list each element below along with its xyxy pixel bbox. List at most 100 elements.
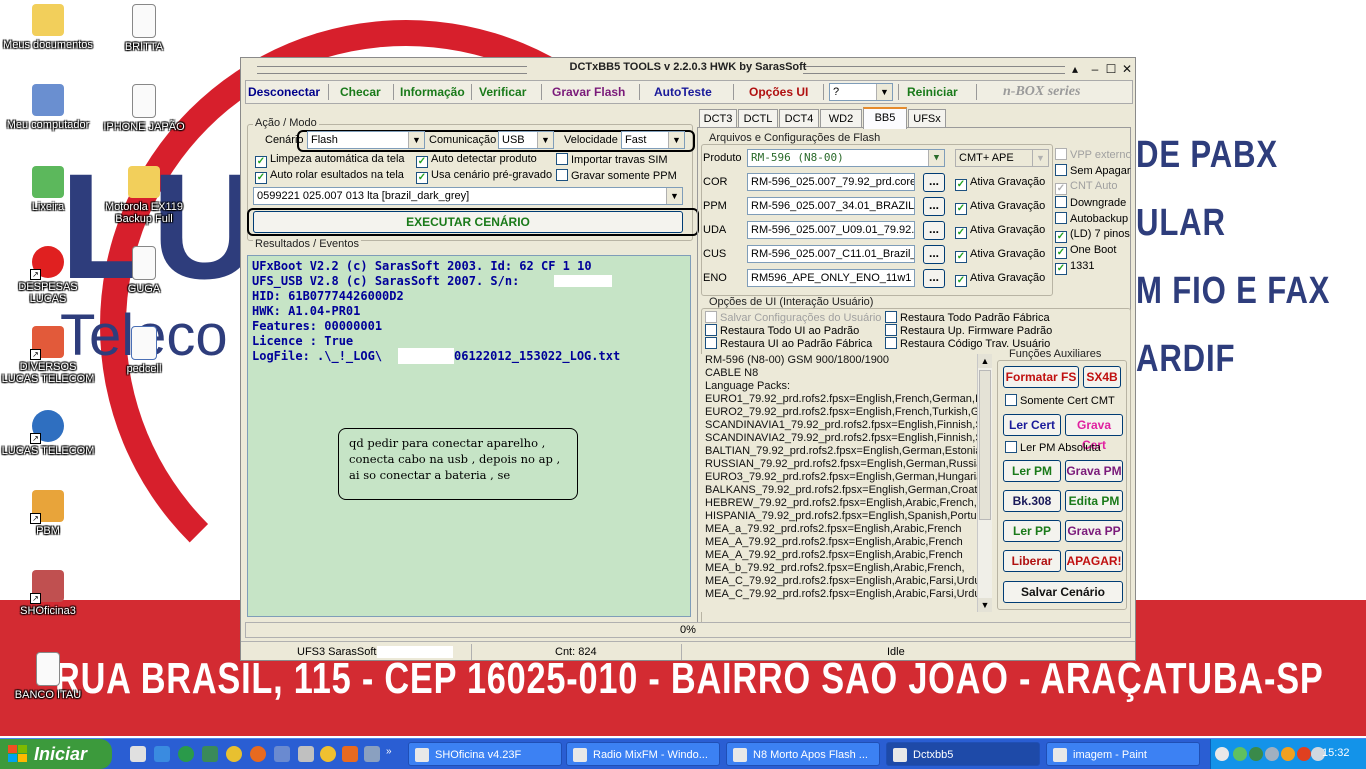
check-gravar-ppm[interactable]: Gravar somente PPM (556, 169, 677, 182)
ler-pp-button[interactable]: Ler PP (1003, 520, 1061, 542)
check-autobackup[interactable]: Autobackup (1055, 212, 1128, 225)
preset-select[interactable]: 0599221 025.007 013 lta [brazil_dark_gre… (253, 187, 683, 205)
file-field-eno[interactable]: RM596_APE_ONLY_ENO_11w1 (747, 269, 915, 287)
browse-button-uda[interactable]: ... (923, 221, 945, 240)
desktop-icon-lixeira[interactable]: Lixeira (0, 166, 96, 213)
clock[interactable]: 15:32 (1322, 747, 1350, 759)
file-field-uda[interactable]: RM-596_025.007_U09.01_79.92. (747, 221, 915, 239)
ativa-gravacao-eno[interactable]: ✓ Ativa Gravação (955, 272, 1045, 287)
salvar-cenario-button[interactable]: Salvar Cenário (1003, 581, 1123, 603)
check-salvar-config[interactable]: Salvar Configurações do Usuário (705, 311, 881, 324)
desktop-icon-despesas-lucas[interactable]: ↗ DESPESAS LUCAS (0, 246, 96, 305)
tray-app-icon[interactable] (1281, 747, 1295, 761)
desktop-icon-shoficina3[interactable]: ↗ SHOficina3 (0, 570, 96, 617)
menu-desconectar[interactable]: Desconectar (248, 85, 320, 99)
desktop-icon-pbm[interactable]: ↗ PBM (0, 490, 96, 537)
info-scrollbar[interactable]: ▲ ▼ (977, 354, 992, 612)
start-button[interactable]: Iniciar (0, 739, 112, 769)
quicklaunch-app-icon[interactable] (274, 746, 290, 762)
grava-pm-button[interactable]: Grava PM (1065, 460, 1123, 482)
quicklaunch-firefox-icon[interactable] (250, 746, 266, 762)
tab-ufsx[interactable]: UFSx (908, 109, 946, 127)
menu-informacao[interactable]: Informação (400, 85, 465, 99)
formatar-fs-button[interactable]: Formatar FS (1003, 366, 1079, 388)
scroll-down-icon[interactable]: ▼ (978, 598, 992, 612)
comunicacao-select[interactable]: USB ▼ (498, 131, 554, 149)
desktop-icon-guga[interactable]: GUGA (96, 246, 192, 295)
help-select[interactable]: ? ▼ (829, 83, 893, 101)
menu-checar[interactable]: Checar (340, 85, 381, 99)
check-vpp-externo[interactable]: VPP externo (1055, 148, 1132, 161)
menu-reiniciar[interactable]: Reiniciar (907, 85, 958, 99)
desktop-icon-lucas-telecom[interactable]: ↗ LUCAS TELECOM (0, 410, 96, 457)
menu-verificar[interactable]: Verificar (479, 85, 526, 99)
chevron-left-icon[interactable] (1215, 747, 1229, 761)
check-auto-rolar[interactable]: ✓ Auto rolar esultados na tela (255, 169, 404, 184)
grava-pp-button[interactable]: Grava PP (1065, 520, 1123, 542)
ativa-gravacao-ppm[interactable]: ✓ Ativa Gravação (955, 200, 1045, 215)
desktop-icon-motorola-backup[interactable]: Motorola EX119 Backup Full (96, 166, 192, 225)
network-icon[interactable] (1233, 747, 1247, 761)
ler-pm-button[interactable]: Ler PM (1003, 460, 1061, 482)
desktop-icon-pedcell[interactable]: pedcell (96, 326, 192, 375)
check-usa-cenario[interactable]: ✓ Usa cenário pré-gravado (416, 169, 552, 184)
quicklaunch-app-icon[interactable] (342, 746, 358, 762)
minimize-button[interactable]: – (1087, 61, 1103, 77)
taskbar-task-n8[interactable]: N8 Morto Apos Flash ... (726, 742, 880, 766)
check-somente-cert[interactable]: Somente Cert CMT (1005, 394, 1115, 407)
browse-button-cus[interactable]: ... (923, 245, 945, 264)
scrollbar-thumb[interactable] (979, 370, 991, 520)
produto-select[interactable]: RM-596 (N8-00) ▼ (747, 149, 945, 167)
velocidade-select[interactable]: Fast ▼ (621, 131, 685, 149)
taskbar-task-paint[interactable]: imagem - Paint (1046, 742, 1200, 766)
check-one-boot[interactable]: ✓ One Boot (1055, 244, 1116, 259)
check-1331[interactable]: ✓ 1331 (1055, 260, 1094, 275)
desktop-icon-meu-computador[interactable]: Meu computador (0, 84, 96, 131)
ativa-gravacao-cus[interactable]: ✓ Ativa Gravação (955, 248, 1045, 263)
taskbar-task-shoficina[interactable]: SHOficina v4.23F (408, 742, 562, 766)
check-auto-detectar[interactable]: ✓ Auto detectar produto (416, 153, 537, 168)
check-sem-apagar[interactable]: Sem Apagar (1055, 164, 1131, 177)
check-cnt-auto[interactable]: ✓ CNT Auto (1055, 180, 1118, 195)
desktop-icon-diversos-lucas[interactable]: ↗ DIVERSOS LUCAS TELECOM (0, 326, 96, 385)
check-restaura-todo-fabrica[interactable]: Restaura Todo Padrão Fábrica (885, 311, 1050, 324)
check-ler-pm-absoluta[interactable]: Ler PM Absoluta (1005, 441, 1101, 454)
quicklaunch-ie-icon[interactable] (154, 746, 170, 762)
desktop-icon-britta[interactable]: BRITTA (96, 4, 192, 53)
check-restaura-firmware[interactable]: Restaura Up. Firmware Padrão (885, 324, 1052, 337)
scroll-up-icon[interactable]: ▲ (978, 354, 992, 368)
tab-wd2[interactable]: WD2 (820, 109, 862, 127)
grava-cert-button[interactable]: Grava Cert (1065, 414, 1123, 452)
quicklaunch-app-icon[interactable] (178, 746, 194, 762)
taskbar-task-radio[interactable]: Radio MixFM - Windo... (566, 742, 720, 766)
desktop-icon-banco-itau[interactable]: BANCO ITAU (0, 652, 96, 701)
check-downgrade[interactable]: Downgrade (1055, 196, 1126, 209)
check-restaura-todo-ui[interactable]: Restaura Todo UI ao Padrão (705, 324, 859, 337)
bk308-button[interactable]: Bk.308 (1003, 490, 1061, 512)
quicklaunch-app-icon[interactable] (364, 746, 380, 762)
menu-autoteste[interactable]: AutoTeste (654, 85, 712, 99)
browse-button-cor[interactable]: ... (923, 173, 945, 192)
tray-app-icon[interactable] (1249, 747, 1263, 761)
window-titlebar[interactable]: DCTxBB5 TOOLS v 2.2.0.3 HWK by SarasSoft… (241, 58, 1135, 80)
check-7-pinos[interactable]: ✓ (LD) 7 pinos (1055, 228, 1130, 243)
desktop-icon-meus-documentos[interactable]: Meus documentos (0, 4, 96, 51)
tab-dctl[interactable]: DCTL (738, 109, 778, 127)
close-button[interactable]: ✕ (1119, 61, 1135, 77)
file-field-cus[interactable]: RM-596_025.007_C11.01_Brazil_ (747, 245, 915, 263)
taskbar-task-dctxbb5[interactable]: Dctxbb5 (886, 742, 1040, 766)
quicklaunch-chrome-icon[interactable] (226, 746, 242, 762)
ativa-gravacao-uda[interactable]: ✓ Ativa Gravação (955, 224, 1045, 239)
quicklaunch-media-icon[interactable] (320, 746, 336, 762)
check-limpeza[interactable]: ✓ Limpeza automática da tela (255, 153, 405, 168)
browse-button-eno[interactable]: ... (923, 269, 945, 288)
browse-button-ppm[interactable]: ... (923, 197, 945, 216)
chevron-right-icon[interactable]: » (386, 746, 396, 762)
menu-gravar-flash[interactable]: Gravar Flash (552, 85, 625, 99)
tray-app-icon[interactable] (1265, 747, 1279, 761)
apagar-button[interactable]: APAGAR! (1065, 550, 1123, 572)
liberar-button[interactable]: Liberar (1003, 550, 1061, 572)
tray-app-icon[interactable] (1297, 747, 1311, 761)
tab-dct4[interactable]: DCT4 (779, 109, 819, 127)
check-restaura-ui-fabrica[interactable]: Restaura UI ao Padrão Fábrica (705, 337, 872, 350)
